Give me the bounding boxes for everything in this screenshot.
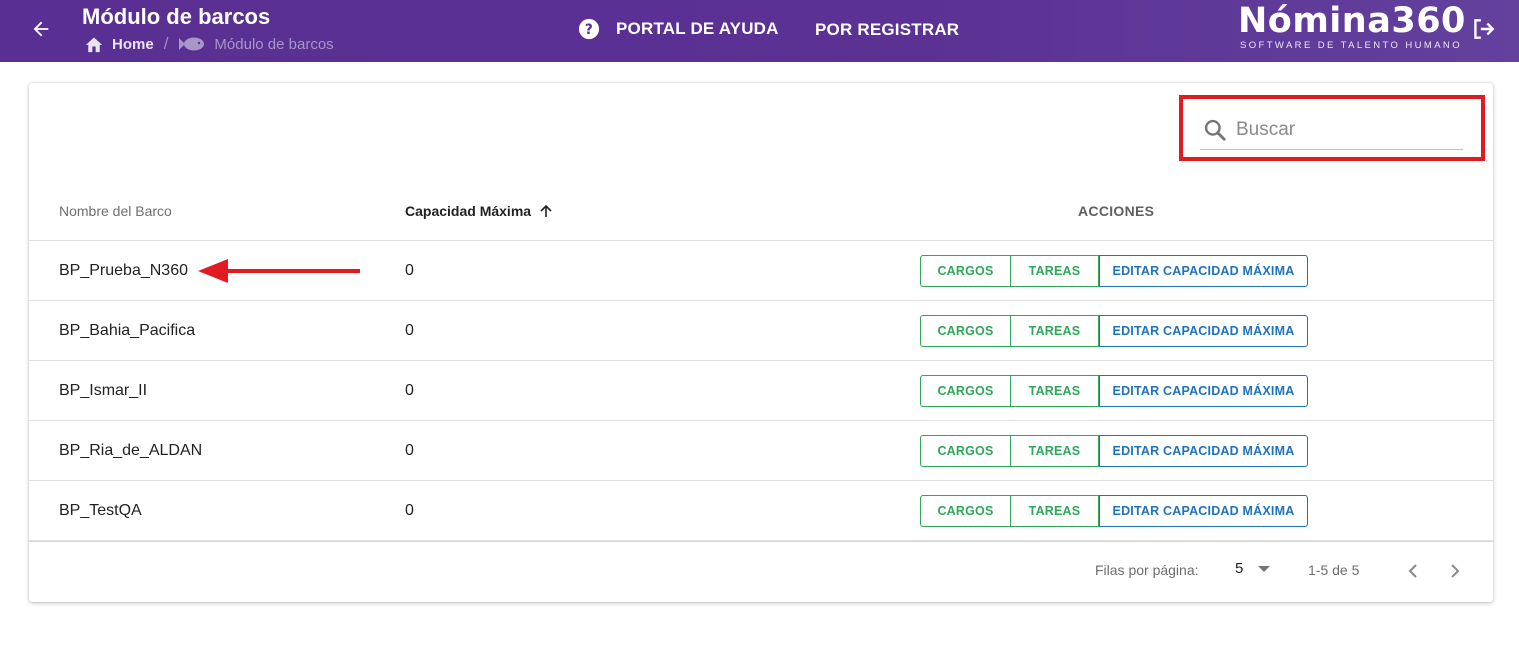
table-row: BP_TestQA 0 CARGOS TAREAS EDITAR CAPACIDAD M… bbox=[29, 481, 1493, 541]
red-arrow-annotation bbox=[198, 259, 360, 283]
row-actions: CARGOS TAREAS EDITAR CAPACIDAD MÁXIMA bbox=[920, 255, 1308, 287]
back-button[interactable] bbox=[26, 14, 56, 44]
column-header-actions: ACCIONES bbox=[1078, 203, 1155, 219]
svg-text:?: ? bbox=[585, 22, 593, 38]
edit-capacity-button[interactable]: EDITAR CAPACIDAD MÁXIMA bbox=[1099, 255, 1308, 287]
search-field[interactable] bbox=[1200, 111, 1463, 150]
breadcrumb-home-link[interactable]: Home bbox=[84, 35, 154, 53]
home-icon bbox=[85, 37, 103, 53]
help-portal-label: PORTAL DE AYUDA bbox=[616, 19, 779, 38]
cargos-button[interactable]: CARGOS bbox=[920, 255, 1011, 287]
logo-wordmark: Nómina360 bbox=[1238, 1, 1466, 41]
rows-per-page-select[interactable]: 5 bbox=[1235, 560, 1271, 577]
table-header: Nombre del Barco Capacidad Máxima ACCION… bbox=[29, 181, 1493, 241]
breadcrumb-current: Módulo de barcos bbox=[178, 35, 334, 53]
sort-arrow-up-icon bbox=[540, 204, 552, 217]
row-actions: CARGOS TAREAS EDITAR CAPACIDAD MÁXIMA bbox=[920, 435, 1308, 467]
chevron-right-icon bbox=[1451, 564, 1460, 578]
help-circle-icon: ? bbox=[578, 18, 600, 40]
boat-name-cell: BP_TestQA bbox=[59, 502, 142, 519]
breadcrumb: Home / Módulo de barcos bbox=[84, 34, 334, 54]
logout-button[interactable] bbox=[1470, 16, 1496, 42]
edit-capacity-button[interactable]: EDITAR CAPACIDAD MÁXIMA bbox=[1099, 435, 1308, 467]
logout-icon bbox=[1474, 19, 1495, 39]
rows-per-page-label: Filas por página: bbox=[1095, 562, 1199, 578]
cargos-button[interactable]: CARGOS bbox=[920, 435, 1011, 467]
search-icon bbox=[1204, 119, 1226, 141]
column-header-capacity[interactable]: Capacidad Máxima bbox=[405, 181, 553, 241]
fish-icon bbox=[179, 37, 205, 51]
rows-per-page-value: 5 bbox=[1235, 560, 1244, 577]
row-actions: CARGOS TAREAS EDITAR CAPACIDAD MÁXIMA bbox=[920, 315, 1308, 347]
column-header-capacity-label: Capacidad Máxima bbox=[405, 203, 532, 219]
tareas-button[interactable]: TAREAS bbox=[1011, 495, 1099, 527]
boat-name-cell: BP_Ria_de_ALDAN bbox=[59, 442, 203, 459]
capacity-cell: 0 bbox=[405, 502, 414, 519]
cargos-button[interactable]: CARGOS bbox=[920, 375, 1011, 407]
tareas-button[interactable]: TAREAS bbox=[1011, 315, 1099, 347]
column-header-name[interactable]: Nombre del Barco bbox=[59, 181, 172, 241]
table-row: BP_Bahia_Pacifica 0 CARGOS TAREAS EDITAR CAP… bbox=[29, 301, 1493, 361]
help-portal-link[interactable]: ? PORTAL DE AYUDA bbox=[578, 18, 779, 40]
pagination-bar: Filas por página: 5 1-5 de 5 bbox=[29, 541, 1493, 602]
boats-table-card: Nombre del Barco Capacidad Máxima ACCION… bbox=[29, 83, 1493, 602]
edit-capacity-button[interactable]: EDITAR CAPACIDAD MÁXIMA bbox=[1099, 315, 1308, 347]
pagination-range: 1-5 de 5 bbox=[1308, 562, 1360, 578]
chevron-left-icon bbox=[1408, 564, 1417, 578]
search-input[interactable] bbox=[1236, 119, 1456, 141]
previous-page-button[interactable] bbox=[1401, 558, 1425, 584]
breadcrumb-home-label: Home bbox=[112, 35, 154, 53]
cargos-button[interactable]: CARGOS bbox=[920, 495, 1011, 527]
breadcrumb-separator: / bbox=[163, 34, 169, 53]
pending-registration-link[interactable]: POR REGISTRAR bbox=[815, 20, 959, 40]
edit-capacity-button[interactable]: EDITAR CAPACIDAD MÁXIMA bbox=[1099, 495, 1308, 527]
capacity-cell: 0 bbox=[405, 382, 414, 399]
table-row: BP_Ismar_II 0 CARGOS TAREAS EDITAR CAPACIDAD… bbox=[29, 361, 1493, 421]
brand-logo: Nómina360 SOFTWARE DE TALENTO HUMANO bbox=[1238, 1, 1466, 51]
top-app-bar: Módulo de barcos Home / Módulo de barcos… bbox=[0, 0, 1519, 62]
capacity-cell: 0 bbox=[405, 322, 414, 339]
arrow-back-icon bbox=[33, 21, 49, 37]
edit-capacity-button[interactable]: EDITAR CAPACIDAD MÁXIMA bbox=[1099, 375, 1308, 407]
logo-tagline: SOFTWARE DE TALENTO HUMANO bbox=[1240, 40, 1462, 51]
capacity-cell: 0 bbox=[405, 262, 414, 279]
boat-name-cell: BP_Prueba_N360 bbox=[59, 262, 188, 279]
cargos-button[interactable]: CARGOS bbox=[920, 315, 1011, 347]
row-actions: CARGOS TAREAS EDITAR CAPACIDAD MÁXIMA bbox=[920, 495, 1308, 527]
tareas-button[interactable]: TAREAS bbox=[1011, 375, 1099, 407]
page-title: Módulo de barcos bbox=[82, 4, 271, 29]
boat-name-cell: BP_Ismar_II bbox=[59, 382, 148, 399]
breadcrumb-current-label: Módulo de barcos bbox=[214, 35, 334, 53]
tareas-button[interactable]: TAREAS bbox=[1011, 435, 1099, 467]
next-page-button[interactable] bbox=[1443, 558, 1467, 584]
boat-name-cell: BP_Bahia_Pacifica bbox=[59, 322, 196, 339]
capacity-cell: 0 bbox=[405, 442, 414, 459]
table-row: BP_Ria_de_ALDAN 0 CARGOS TAREAS EDITAR CAPAC… bbox=[29, 421, 1493, 481]
row-actions: CARGOS TAREAS EDITAR CAPACIDAD MÁXIMA bbox=[920, 375, 1308, 407]
tareas-button[interactable]: TAREAS bbox=[1011, 255, 1099, 287]
chevron-down-icon bbox=[1258, 565, 1271, 572]
